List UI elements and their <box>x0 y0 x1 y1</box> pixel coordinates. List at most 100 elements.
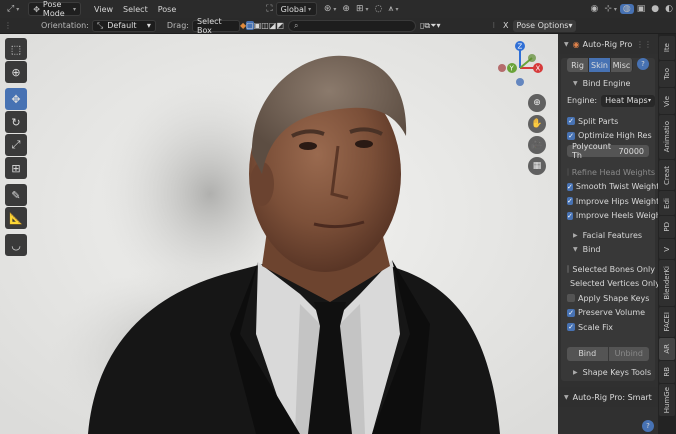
scale-fix-checkbox[interactable]: ✓ Scale Fix <box>561 320 655 335</box>
smart-panel-header[interactable]: ▼ Auto-Rig Pro: Smart <box>558 387 658 407</box>
preserve-volume-checkbox[interactable]: ✓ Preserve Volume <box>561 306 655 321</box>
drag-handle-icon: ⋮ <box>4 21 12 30</box>
filter-icon[interactable]: ⏷▾ <box>430 21 440 31</box>
select-subtract-icon[interactable]: ◫ <box>261 21 269 30</box>
menu-view[interactable]: View <box>89 5 118 14</box>
split-parts-checkbox[interactable]: ✓ Split Parts <box>561 114 655 129</box>
select-box-icon[interactable]: ▢ <box>246 21 254 30</box>
check-icon: ✓ <box>567 197 573 206</box>
select-invert-icon[interactable]: ◪ <box>269 21 277 30</box>
tab-tool[interactable]: Too <box>659 61 675 87</box>
mode-select[interactable]: ✥ Pose Mode ▾ <box>28 0 82 18</box>
cursor-tool-icon[interactable]: ⊕ <box>5 61 27 83</box>
polycount-field[interactable]: Polycount Th 70000 <box>567 142 649 160</box>
check-icon: ✓ <box>567 117 575 126</box>
orientation-value: Default <box>107 21 137 30</box>
apply-shape-keys-checkbox[interactable]: Apply Shape Keys <box>561 291 655 306</box>
drag-label: Drag: <box>166 21 189 30</box>
rotate-tool-icon[interactable]: ↻ <box>5 111 27 133</box>
tab-edit[interactable]: Edi <box>659 191 675 215</box>
overlay-icon[interactable]: ◍ <box>619 4 634 14</box>
bone-tool-icon[interactable]: ◡ <box>5 234 27 256</box>
proportional-edit-icon[interactable]: ◌ <box>372 4 386 14</box>
snap-icon[interactable]: ⊕ <box>339 4 353 14</box>
close-x-label[interactable]: X <box>503 21 508 30</box>
search-icon: ⌕ <box>293 20 299 30</box>
annotate-tool-icon[interactable]: ✎ <box>5 184 27 206</box>
tab-view[interactable]: Vie <box>659 88 675 114</box>
drag-handle-icon[interactable]: ⋮⋮ <box>636 40 652 49</box>
snap-settings-icon[interactable]: ⊞ ▾ <box>353 4 372 14</box>
tab-v[interactable]: V <box>659 239 675 259</box>
transform-tool-icon[interactable]: ⊞ <box>5 157 27 179</box>
pose-options-button[interactable]: Pose Options ▾ <box>512 19 577 32</box>
menu-pose[interactable]: Pose <box>153 5 182 14</box>
engine-select[interactable]: Heat Maps ▾ <box>601 94 655 107</box>
selected-bones-only-label: Selected Bones Only <box>572 264 655 274</box>
improve-hips-weights-label: Improve Hips Weights <box>575 196 664 206</box>
improve-heels-weights-checkbox[interactable]: ✓ Improve Heels Weights <box>561 209 668 224</box>
tab-rb[interactable]: RB <box>659 361 675 383</box>
editor-type-icon[interactable]: ⤢ ▾ <box>4 4 22 14</box>
selected-vertices-only-checkbox[interactable]: Selected Vertices Only <box>561 277 660 292</box>
tab-facei[interactable]: FACEI <box>659 307 675 337</box>
improve-hips-weights-checkbox[interactable]: ✓ Improve Hips Weights <box>561 194 663 209</box>
tab-create[interactable]: Creat <box>659 160 675 190</box>
smooth-twist-weights-checkbox[interactable]: ✓ Smooth Twist Weights <box>561 180 664 195</box>
view-object-types-icon[interactable]: ◉ <box>587 4 601 14</box>
tab-misc[interactable]: Misc <box>611 58 633 72</box>
shape-keys-tools-label: Shape Keys Tools <box>582 368 652 378</box>
pan-hand-icon[interactable]: ✋ <box>528 115 546 133</box>
preserve-volume-label: Preserve Volume <box>578 308 646 318</box>
select-box-tool-icon[interactable]: ⬚ <box>5 38 27 60</box>
drag-select[interactable]: Select Box <box>191 17 240 35</box>
shading-solid-icon[interactable]: ● <box>648 4 662 14</box>
scale-tool-icon[interactable]: ⤢ <box>5 134 27 156</box>
transform-orientation-select[interactable]: Global ▾ <box>275 2 317 16</box>
orientation-select[interactable]: ⤡ Default ▾ <box>91 19 156 32</box>
shading-material-icon[interactable]: ◐ <box>662 4 676 14</box>
help-icon[interactable]: ? <box>637 58 649 70</box>
bind-engine-subpanel-header[interactable]: ▼ Bind Engine <box>561 76 655 91</box>
bind-subpanel-header[interactable]: ▼ Bind <box>561 243 655 258</box>
apply-shape-keys-label: Apply Shape Keys <box>578 293 650 303</box>
tab-blenderkit[interactable]: BlenderKi <box>659 260 675 306</box>
improve-heels-weights-label: Improve Heels Weights <box>575 211 669 221</box>
select-extend-icon[interactable]: ▣ <box>254 21 262 30</box>
menu-select[interactable]: Select <box>118 5 153 14</box>
gizmo-icon[interactable]: ⊹ ▾ <box>601 4 620 14</box>
unbind-button[interactable]: Unbind <box>608 346 649 361</box>
move-tool-icon[interactable]: ✥ <box>5 88 27 110</box>
tab-skin[interactable]: Skin <box>589 58 611 72</box>
tab-animation[interactable]: Animatio <box>659 115 675 159</box>
check-icon: ✓ <box>567 211 573 220</box>
panel-header[interactable]: ▼ ◉ Auto-Rig Pro ⋮⋮ <box>558 34 658 54</box>
camera-view-icon[interactable]: 🎥 <box>528 136 546 154</box>
tab-item[interactable]: Ite <box>659 36 675 60</box>
engine-label: Engine: <box>567 96 598 106</box>
facial-features-subpanel-header[interactable]: ▶ Facial Features <box>561 228 655 243</box>
refine-head-weights-checkbox[interactable]: Refine Head Weights <box>561 165 655 180</box>
search-input[interactable]: ⌕ <box>287 19 416 32</box>
tab-rig[interactable]: Rig <box>567 58 589 72</box>
pivot-icon[interactable]: ⊛ ▾ <box>321 4 340 14</box>
tab-humge[interactable]: HumGe <box>659 384 675 416</box>
bind-button[interactable]: Bind <box>567 346 609 361</box>
tab-ar[interactable]: AR <box>659 338 675 360</box>
help-icon[interactable]: ? <box>642 420 654 432</box>
graph-icon[interactable]: ⩚ ▾ <box>385 4 401 14</box>
smooth-twist-weights-label: Smooth Twist Weights <box>575 182 664 192</box>
optimize-high-res-checkbox[interactable]: ✓ Optimize High Res <box>561 129 655 144</box>
tab-pd[interactable]: PD <box>659 216 675 238</box>
3d-viewport[interactable]: Z X Y ⬚ ⊕ ✥ ↻ ⤢ ⊞ ✎ 📐 ◡ ⊕ ✋ 🎥 ▦ <box>0 34 558 434</box>
axis-gizmo[interactable]: Z X Y <box>492 38 548 88</box>
measure-tool-icon[interactable]: 📐 <box>5 207 27 229</box>
xray-icon[interactable]: ▣ <box>634 4 649 14</box>
shape-keys-tools-subpanel-header[interactable]: ▶ Shape Keys Tools <box>561 367 655 382</box>
perspective-grid-icon[interactable]: ▦ <box>528 157 546 175</box>
select-intersect-icon[interactable]: ◩ <box>276 21 284 30</box>
header-bar: ⤢ ▾ ✥ Pose Mode ▾ View Select Pose ⛶ Glob… <box>0 0 676 18</box>
zoom-icon[interactable]: ⊕ <box>528 94 546 112</box>
selected-bones-only-checkbox[interactable]: Selected Bones Only <box>561 262 655 277</box>
navigation-gizmos: ⊕ ✋ 🎥 ▦ <box>528 94 548 178</box>
